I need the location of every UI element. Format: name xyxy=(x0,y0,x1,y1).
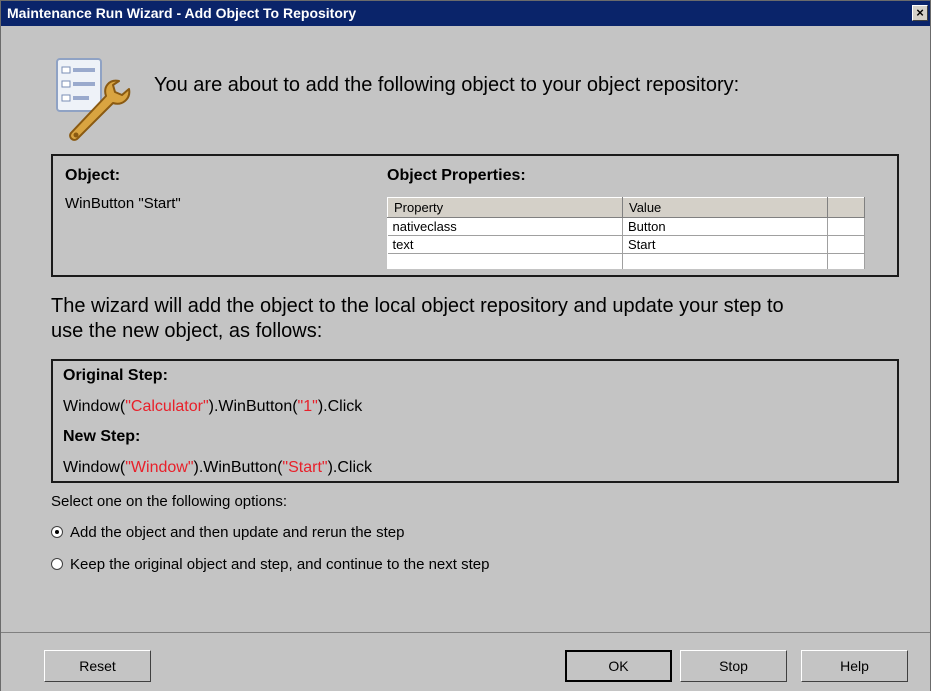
property-cell: text xyxy=(387,235,623,254)
table-row[interactable]: text Start xyxy=(387,235,865,254)
spacer-cell xyxy=(827,217,865,236)
value-cell: Start xyxy=(622,235,828,254)
original-step-code: Window("Calculator").WinButton("1").Clic… xyxy=(63,398,363,415)
object-label: Object: xyxy=(65,167,121,184)
option-update-rerun[interactable]: Add the object and then update and rerun… xyxy=(51,522,404,542)
option-keep-original[interactable]: Keep the original object and step, and c… xyxy=(51,554,489,574)
spacer-cell xyxy=(827,235,865,254)
intro-text: You are about to add the following objec… xyxy=(154,74,740,96)
wizard-description: The wizard will add the object to the lo… xyxy=(51,295,784,342)
object-properties-label: Object Properties: xyxy=(387,167,526,184)
reset-button[interactable]: Reset xyxy=(44,650,151,682)
value-cell: Button xyxy=(622,217,828,236)
column-header-spacer xyxy=(827,197,865,218)
properties-table[interactable]: Property Value nativeclass Button text S… xyxy=(387,197,865,269)
option-label: Keep the original object and step, and c… xyxy=(70,555,490,573)
column-header-property[interactable]: Property xyxy=(387,197,623,218)
column-header-value[interactable]: Value xyxy=(622,197,828,218)
option-label: Add the object and then update and rerun… xyxy=(70,523,405,541)
button-bar: Reset OK Stop Help xyxy=(1,632,930,691)
object-panel: Object: WinButton "Start" Object Propert… xyxy=(51,154,899,277)
property-cell: nativeclass xyxy=(387,217,623,236)
table-row[interactable]: nativeclass Button xyxy=(387,217,865,236)
table-header-row: Property Value xyxy=(387,197,865,218)
close-icon[interactable]: × xyxy=(912,5,928,21)
radio-button[interactable] xyxy=(51,558,63,570)
radio-button-selected[interactable] xyxy=(51,526,63,538)
options-label: Select one on the following options: xyxy=(51,493,287,510)
ok-button[interactable]: OK xyxy=(565,650,672,682)
wizard-content: You are about to add the following objec… xyxy=(1,26,930,632)
steps-panel: Original Step: Window("Calculator").WinB… xyxy=(51,359,899,483)
table-filler-row xyxy=(387,253,865,269)
wizard-window: Maintenance Run Wizard - Add Object To R… xyxy=(0,0,931,691)
stop-button[interactable]: Stop xyxy=(680,650,787,682)
wrench-form-icon xyxy=(56,58,131,141)
window-title: Maintenance Run Wizard - Add Object To R… xyxy=(7,5,357,21)
new-step-code: Window("Window").WinButton("Start").Clic… xyxy=(63,459,373,476)
original-step-label: Original Step: xyxy=(63,367,168,384)
title-bar[interactable]: Maintenance Run Wizard - Add Object To R… xyxy=(1,1,930,26)
help-button[interactable]: Help xyxy=(801,650,908,682)
new-step-label: New Step: xyxy=(63,428,141,445)
object-value: WinButton "Start" xyxy=(65,195,181,212)
